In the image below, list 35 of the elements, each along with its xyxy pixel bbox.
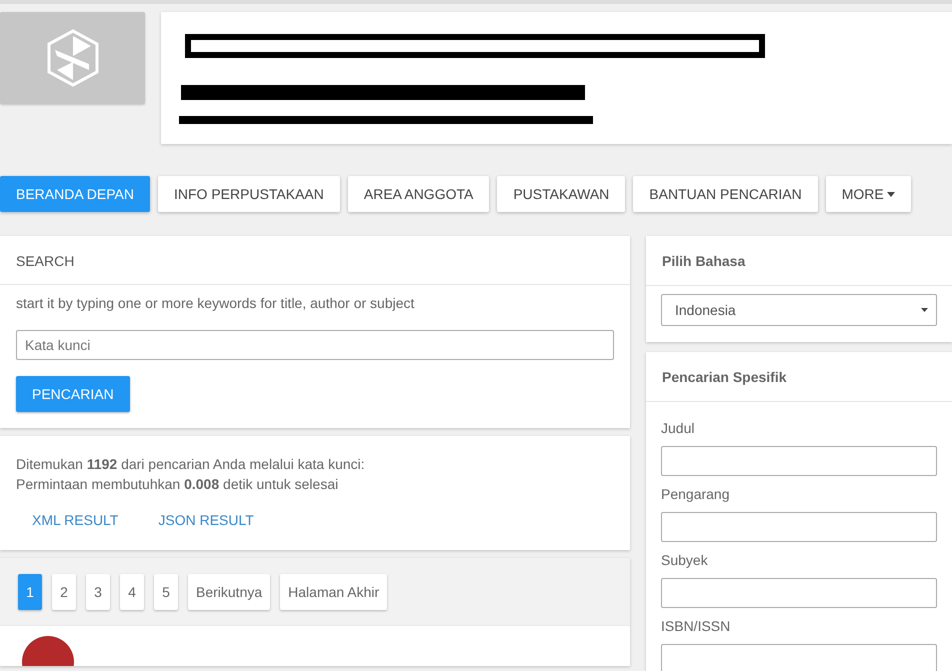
nav-tab[interactable]: MORE — [826, 176, 911, 212]
nav-tab[interactable]: INFO PERPUSTAKAAN — [158, 176, 340, 212]
hexagon-logo-icon — [44, 28, 100, 88]
page-button[interactable]: 1 — [18, 574, 42, 610]
card-title: SEARCH — [0, 236, 630, 285]
page-button[interactable]: 5 — [154, 574, 178, 610]
page-button[interactable]: 2 — [52, 574, 76, 610]
export-link[interactable]: JSON RESULT — [142, 506, 270, 534]
field-label: Pengarang — [661, 486, 731, 502]
page-button[interactable]: 4 — [120, 574, 144, 610]
input-field[interactable] — [661, 644, 937, 671]
nav-tab[interactable]: AREA ANGGOTA — [348, 176, 490, 212]
page-button[interactable]: Berikutnya — [188, 574, 270, 610]
page-button[interactable]: 3 — [86, 574, 110, 610]
page-button[interactable]: Halaman Akhir — [280, 574, 388, 610]
result-summary: Ditemukan 1192 dari pencarian Anda melalui kata kunci: — [16, 455, 366, 474]
card-title: Pilih Bahasa — [646, 236, 952, 286]
nav-tab[interactable]: PUSTAKAWAN — [497, 176, 626, 212]
input-field[interactable] — [661, 578, 937, 608]
logo-tile[interactable] — [0, 12, 145, 104]
input-field[interactable] — [661, 512, 937, 542]
nav-tab[interactable]: BANTUAN PENCARIAN — [633, 176, 818, 212]
field-label: Subyek — [661, 552, 709, 568]
search-hint: start it by typing one or more keywords for title, author or subject — [16, 295, 416, 311]
result-summary: Permintaan membutuhkan 0.008 detik untuk selesai — [16, 475, 340, 494]
export-link[interactable]: XML RESULT — [16, 506, 134, 534]
field-label: Judul — [661, 420, 696, 436]
field-label: ISBN/ISSN — [661, 618, 732, 634]
keyword-field[interactable]: Kata kunci — [16, 330, 614, 360]
search-button[interactable]: PENCARIAN — [16, 376, 130, 412]
language-select[interactable]: Indonesia — [661, 294, 937, 326]
nav-tab[interactable]: BERANDA DEPAN — [0, 176, 150, 212]
caret-icon — [921, 308, 928, 312]
card-title: Pencarian Spesifik — [646, 352, 952, 402]
input-field[interactable] — [661, 446, 937, 476]
